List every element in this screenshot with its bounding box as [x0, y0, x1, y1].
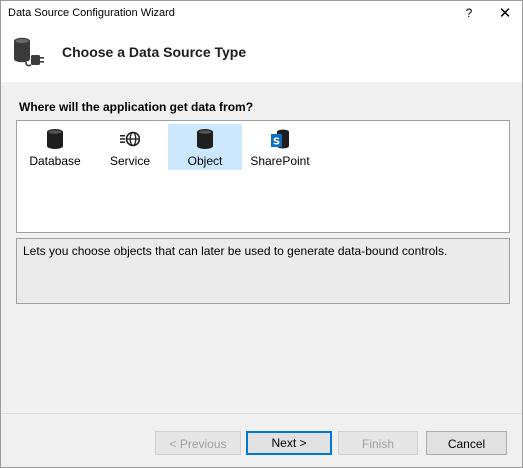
source-tile-service[interactable]: Service	[93, 124, 167, 170]
source-tile-database[interactable]: Database	[18, 124, 92, 170]
source-label: Service	[109, 154, 150, 168]
svg-text:S: S	[273, 137, 280, 148]
wizard-window: Data Source Configuration Wizard ? ✕ Cho…	[0, 0, 523, 468]
cancel-button[interactable]: Cancel	[426, 431, 507, 455]
source-label: SharePoint	[250, 154, 310, 168]
previous-button[interactable]: < Previous	[155, 431, 241, 455]
next-button[interactable]: Next >	[246, 431, 332, 455]
source-tile-sharepoint[interactable]: S SharePoint	[243, 124, 317, 170]
title-bar[interactable]: Data Source Configuration Wizard ? ✕	[1, 1, 522, 26]
description-text: Lets you choose objects that can later b…	[23, 244, 448, 258]
help-button[interactable]: ?	[457, 1, 481, 26]
object-cylinder-icon	[197, 129, 213, 149]
page-title: Choose a Data Source Type	[62, 44, 247, 60]
sharepoint-icon: S	[271, 129, 289, 149]
window-title: Data Source Configuration Wizard	[8, 7, 175, 19]
source-label: Object	[187, 154, 223, 168]
wizard-header: Choose a Data Source Type	[1, 26, 522, 82]
database-icon	[47, 129, 63, 149]
close-button[interactable]: ✕	[491, 1, 519, 26]
service-globe-icon	[120, 131, 140, 147]
data-source-type-list[interactable]: Database Service Object S SharePoint	[16, 120, 510, 233]
description-panel: Lets you choose objects that can later b…	[16, 238, 510, 304]
source-question-label: Where will the application get data from…	[19, 100, 254, 114]
database-plug-icon	[14, 37, 44, 67]
finish-button[interactable]: Finish	[338, 431, 418, 455]
source-tile-object[interactable]: Object	[168, 124, 242, 170]
source-label: Database	[29, 154, 81, 168]
footer-divider	[1, 413, 522, 414]
